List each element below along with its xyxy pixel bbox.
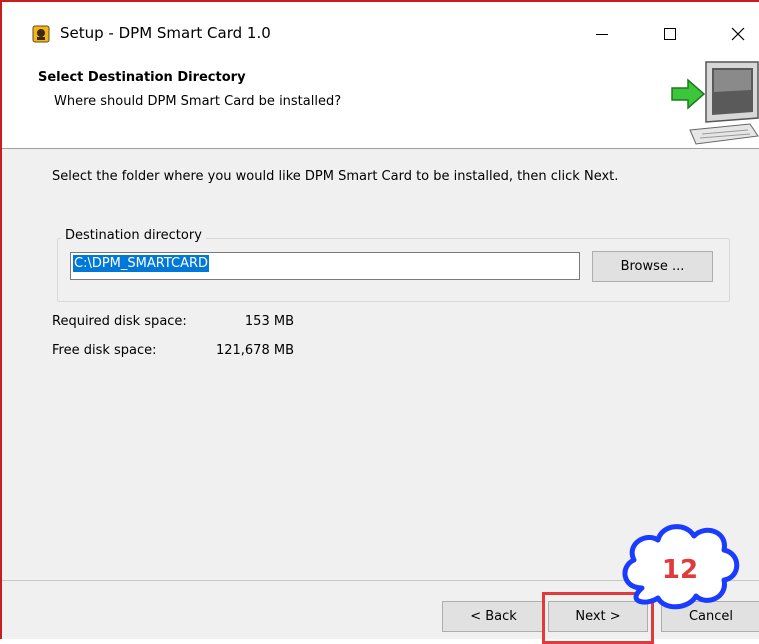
- free-space-label: Free disk space:: [52, 343, 157, 358]
- wizard-content: Select the folder where you would like D…: [2, 149, 759, 579]
- step-number: 12: [662, 555, 698, 585]
- free-space-value: 121,678 MB: [215, 343, 294, 358]
- minimize-icon: [596, 34, 608, 35]
- window-title: Setup - DPM Smart Card 1.0: [60, 24, 271, 42]
- back-button[interactable]: < Back: [442, 601, 545, 632]
- app-icon: [32, 25, 50, 43]
- instruction-text: Select the folder where you would like D…: [52, 169, 619, 184]
- maximize-button[interactable]: [647, 16, 693, 52]
- maximize-icon: [664, 28, 676, 40]
- close-icon: [731, 27, 745, 41]
- destination-directory-input[interactable]: C:\DPM_SMARTCARD: [70, 252, 580, 280]
- destination-group-label: Destination directory: [61, 228, 206, 243]
- page-subtitle: Where should DPM Smart Card be installed…: [54, 94, 342, 109]
- page-title: Select Destination Directory: [38, 70, 246, 85]
- computer-install-icon: [671, 61, 759, 145]
- minimize-button[interactable]: [579, 16, 625, 52]
- required-space-value: 153 MB: [244, 314, 294, 329]
- destination-directory-value: C:\DPM_SMARTCARD: [73, 255, 210, 272]
- browse-button[interactable]: Browse ...: [592, 251, 713, 282]
- wizard-header: Select Destination Directory Where shoul…: [2, 60, 759, 149]
- step-number-badge: 12: [622, 524, 740, 610]
- close-button[interactable]: [715, 16, 759, 52]
- title-bar: Setup - DPM Smart Card 1.0: [2, 2, 759, 60]
- required-space-label: Required disk space:: [52, 314, 187, 329]
